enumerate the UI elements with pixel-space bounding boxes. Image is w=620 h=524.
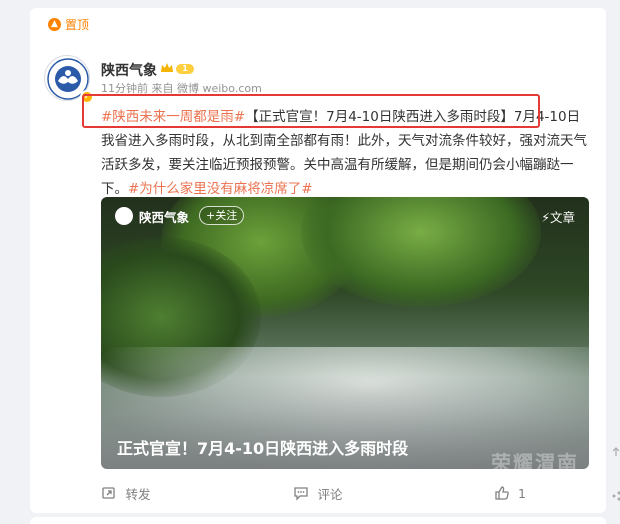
repost-label: 转发 xyxy=(125,486,151,502)
watermark: 荣耀渭南 xyxy=(491,451,579,469)
comment-label: 评论 xyxy=(317,486,343,502)
pinned-label: ▲ 置顶 xyxy=(48,16,89,33)
media-card[interactable]: 陕西气象 +关注 ⚡文章 正式官宣！7月4-10日陕西进入多雨时段 荣耀渭南 xyxy=(101,197,589,469)
like-count: 1 xyxy=(518,485,526,501)
media-author-name[interactable]: 陕西气象 xyxy=(139,207,189,226)
article-label: 文章 xyxy=(549,210,575,225)
level-badge: 1 xyxy=(176,64,194,74)
follow-button[interactable]: +关注 xyxy=(199,206,245,225)
repost-icon xyxy=(102,487,116,499)
post-card: ▲ 置顶 ✓ 陕西气象 1 11分钟前 来自 微博 weibo.com #陕西未… xyxy=(30,8,606,513)
side-link-icon xyxy=(612,447,620,456)
pinned-text: 置顶 xyxy=(65,18,90,32)
topic-link-2[interactable]: #为什么家里没有麻将凉席了# xyxy=(128,181,313,197)
post-headline: 【正式官宣！7月4-10日陕西进入多雨时段】 xyxy=(245,109,514,125)
next-post-card xyxy=(30,517,606,524)
media-title: 正式官宣！7月4-10日陕西进入多雨时段 xyxy=(117,439,409,458)
article-badge: ⚡文章 xyxy=(541,207,575,226)
comment-icon xyxy=(294,487,309,501)
verified-icon: ✓ xyxy=(80,90,94,104)
comment-button[interactable]: 评论 xyxy=(222,478,414,508)
action-bar: 转发 评论 1 xyxy=(30,478,606,508)
thumbs-up-icon xyxy=(495,486,509,500)
topic-link[interactable]: #陕西未来一周都是雨# xyxy=(101,109,245,125)
crown-icon xyxy=(161,63,173,72)
pin-icon: ▲ xyxy=(48,18,61,31)
author-name[interactable]: 陕西气象 xyxy=(101,60,157,80)
post-meta[interactable]: 11分钟前 来自 微博 weibo.com xyxy=(101,80,262,96)
like-button[interactable]: 1 xyxy=(414,478,606,508)
lightning-icon: ⚡ xyxy=(541,210,550,225)
side-share-icon xyxy=(612,491,620,501)
repost-button[interactable]: 转发 xyxy=(30,478,222,508)
media-avatar[interactable] xyxy=(115,207,133,225)
post-content: #陕西未来一周都是雨#【正式官宣！7月4-10日陕西进入多雨时段】7月4-10日… xyxy=(101,105,587,201)
feed: ▲ 置顶 ✓ 陕西气象 1 11分钟前 来自 微博 weibo.com #陕西未… xyxy=(30,0,606,524)
